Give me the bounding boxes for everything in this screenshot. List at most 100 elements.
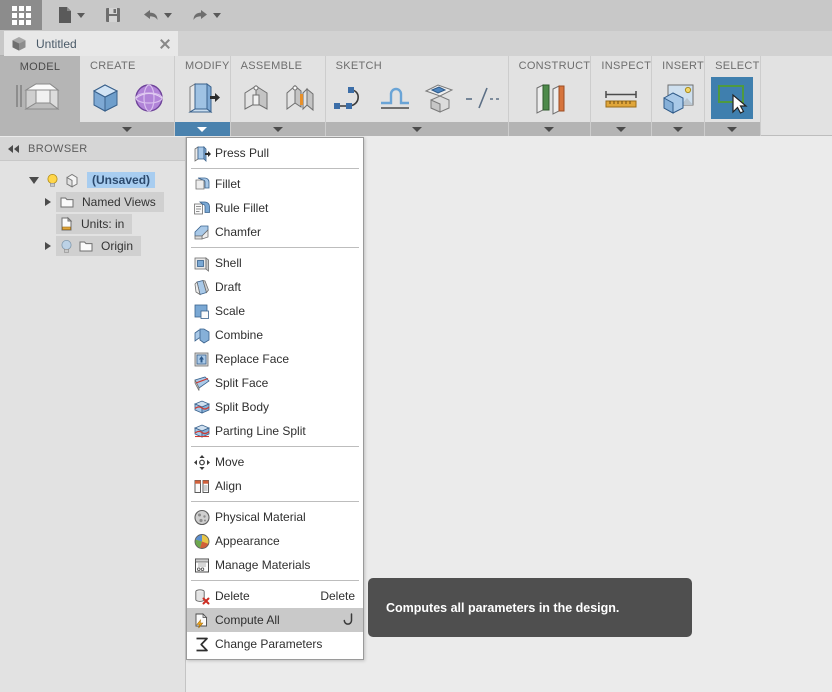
save-button[interactable] <box>99 0 127 30</box>
panel-dropdown-select[interactable] <box>705 122 760 136</box>
new-file-button[interactable] <box>52 0 89 30</box>
file-icon <box>59 7 71 23</box>
menu-item-label: Align <box>215 479 242 493</box>
menu-item-label: Appearance <box>215 534 280 548</box>
panel-dropdown-create[interactable] <box>80 122 174 136</box>
menu-item-split-body[interactable]: Split Body <box>187 395 363 419</box>
assemble-joint-button[interactable] <box>279 77 321 119</box>
app-grid-button[interactable] <box>0 0 42 30</box>
tree-item-named-views[interactable]: Named Views <box>0 191 185 213</box>
menu-item-appearance[interactable]: Appearance <box>187 529 363 553</box>
modify-press-pull-button[interactable] <box>181 77 223 119</box>
sketch-spline-button[interactable] <box>330 77 372 119</box>
inspect-measure-button[interactable] <box>600 77 642 119</box>
workspace-tab-label: MODEL <box>19 61 61 73</box>
replace-face-icon <box>191 349 213 369</box>
menu-item-delete[interactable]: Delete Delete <box>187 584 363 608</box>
rule-fillet-icon <box>191 198 213 218</box>
menu-item-label: Scale <box>215 304 246 318</box>
menu-item-label: Move <box>215 455 245 469</box>
shell-icon <box>191 253 213 273</box>
spline-icon <box>333 87 359 109</box>
menu-item-label: Chamfer <box>215 225 262 239</box>
insert-image-icon <box>663 84 694 114</box>
browser-title: BROWSER <box>28 142 88 155</box>
menu-item-label: Split Face <box>215 376 269 390</box>
menu-item-change-parameters[interactable]: Change Parameters <box>187 632 363 656</box>
tree-item-units[interactable]: Units: in <box>0 213 185 235</box>
manage-materials-icon <box>191 555 213 575</box>
select-window-button[interactable] <box>711 77 754 119</box>
sketch-offset-plane-button[interactable] <box>418 77 460 119</box>
tree-item-origin[interactable]: Origin <box>0 235 185 257</box>
compute-all-icon <box>191 610 213 630</box>
undo-button[interactable] <box>137 0 176 30</box>
tree-item-label: (Unsaved) <box>87 172 156 188</box>
chamfer-icon <box>191 222 213 242</box>
tree-item-label: Named Views <box>82 195 156 209</box>
menu-item-label: Draft <box>215 280 242 294</box>
panel-dropdown-assemble[interactable] <box>230 122 325 136</box>
press-pull-icon <box>191 143 213 163</box>
combine-icon <box>191 325 213 345</box>
document-tab-bar: Untitled <box>0 30 832 56</box>
redo-button[interactable] <box>186 0 225 30</box>
menu-item-combine[interactable]: Combine <box>187 323 363 347</box>
menu-item-parting-line-split[interactable]: Parting Line Split <box>187 419 363 443</box>
panel-body-sketch <box>326 74 508 122</box>
menu-item-draft[interactable]: Draft <box>187 275 363 299</box>
assemble-new-component-button[interactable] <box>235 77 277 119</box>
panel-dropdown-modify[interactable] <box>175 122 230 136</box>
draft-icon <box>191 277 213 297</box>
sketch-construction-line-button[interactable] <box>462 77 504 119</box>
browser-header: BROWSER <box>0 137 185 161</box>
chevron-down-icon <box>544 126 555 132</box>
menu-item-chamfer[interactable]: Chamfer <box>187 220 363 244</box>
expand-arrow-icon[interactable] <box>40 242 56 250</box>
expand-arrow-icon[interactable] <box>26 176 42 184</box>
delete-icon <box>191 586 213 606</box>
chevron-down-icon <box>164 12 172 18</box>
menu-item-accelerator: Delete <box>320 589 355 603</box>
menu-separator <box>191 501 359 502</box>
menu-item-manage-materials[interactable]: Manage Materials <box>187 553 363 577</box>
fillet-icon <box>191 174 213 194</box>
menu-item-fillet[interactable]: Fillet <box>187 172 363 196</box>
model-cube-icon <box>12 77 68 122</box>
menu-item-move[interactable]: Move <box>187 450 363 474</box>
expand-arrow-icon[interactable] <box>40 198 56 206</box>
menu-item-compute-all[interactable]: Compute All <box>187 608 363 632</box>
tree-item-unsaved[interactable]: (Unsaved) <box>0 169 185 191</box>
panel-dropdown-inspect[interactable] <box>591 122 652 136</box>
menu-item-align[interactable]: Align <box>187 474 363 498</box>
sketch-create-sketch-button[interactable] <box>374 77 416 119</box>
menu-item-scale[interactable]: Scale <box>187 299 363 323</box>
ribbon-panel-sketch: SKETCH <box>325 56 509 136</box>
menu-separator <box>191 580 359 581</box>
panel-body-construct <box>509 74 591 122</box>
menu-item-shell[interactable]: Shell <box>187 251 363 275</box>
create-sphere-button[interactable] <box>128 77 170 119</box>
panel-dropdown-sketch[interactable] <box>325 122 508 136</box>
construct-plane-button[interactable] <box>528 77 570 119</box>
panel-dropdown-insert[interactable] <box>652 122 705 136</box>
document-tab-untitled[interactable]: Untitled <box>4 31 178 56</box>
create-box-button[interactable] <box>84 77 126 119</box>
workspace-tab-model[interactable]: MODEL <box>0 56 80 136</box>
close-icon[interactable] <box>158 37 172 51</box>
menu-item-physical-material[interactable]: Physical Material <box>187 505 363 529</box>
menu-item-split-face[interactable]: Split Face <box>187 371 363 395</box>
insert-decal-button[interactable] <box>657 77 699 119</box>
panel-dropdown-construct[interactable] <box>508 122 591 136</box>
physical-material-icon <box>191 507 213 527</box>
lightbulb-icon[interactable] <box>45 173 60 188</box>
lightbulb-icon[interactable] <box>59 239 74 254</box>
collapse-left-icon[interactable] <box>8 144 20 153</box>
folder-icon <box>79 241 93 252</box>
menu-item-replace-face[interactable]: Replace Face <box>187 347 363 371</box>
fusion-app-window: Untitled MODEL CREATE MODIFY ASSEMBLE SK… <box>0 0 832 692</box>
menu-item-press-pull[interactable]: Press Pull <box>187 141 363 165</box>
tree-item-row: Units: in <box>56 214 133 234</box>
menu-item-rule-fillet[interactable]: Rule Fillet <box>187 196 363 220</box>
browser-tree: (Unsaved) Named Views Units: in Origin <box>0 161 185 257</box>
